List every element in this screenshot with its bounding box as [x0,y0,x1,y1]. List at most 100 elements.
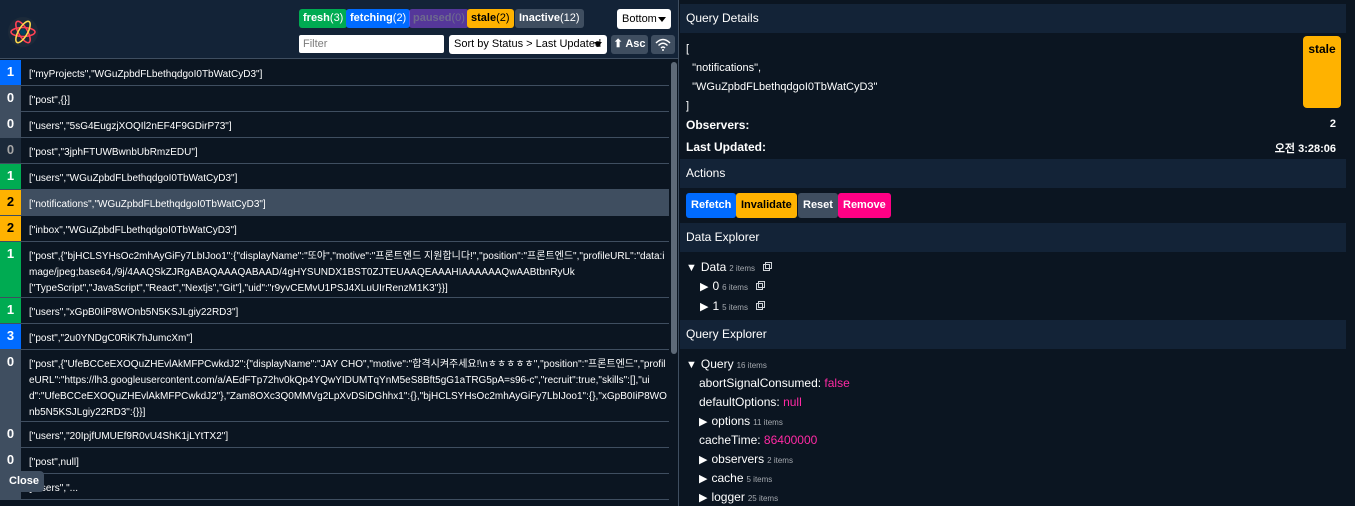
data-node-count: 5 items [722,303,748,312]
caret-right-icon: ▶ [699,416,708,428]
observer-count-badge: 0 [0,138,21,163]
query-row[interactable]: 0 ["post",{}] [0,86,669,112]
copy-icon[interactable] [763,262,773,271]
observer-count-badge: 0 [0,86,21,111]
query-row[interactable]: 0 ["post",null] [0,448,669,474]
invalidate-button[interactable]: Invalidate [736,193,797,218]
reset-button[interactable]: Reset [798,193,838,218]
network-mode-button[interactable] [651,35,675,54]
query-list: 1 ["myProjects","WGuZpbdFLbethqdgoI0TbWat… [0,60,669,506]
query-key-text: ["users","20IpjfUMUEf9R0vU4ShK1jLYtTX2"] [29,431,229,442]
position-select[interactable]: Bottom [617,9,671,29]
data-node-count: 6 items [722,283,748,292]
sort-select[interactable]: Sort by Status > Last Updated [449,35,607,54]
observer-count-badge: 1 [0,164,21,189]
logger-node-label: logger [711,490,745,504]
query-key-text: ["inbox","WGuZpbdFLbethqdgoI0TbWatCyD3"] [29,225,237,236]
query-row[interactable]: 3 ["post","2u0YNDgC0RiK7hJumcXm"] [0,324,669,350]
fetching-filter-badge[interactable]: fetching(2) [346,9,411,28]
fresh-filter-badge[interactable]: fresh(3) [299,9,348,28]
abort-signal-value: false [824,376,850,390]
query-key-text: ["users","... [29,483,78,494]
remove-button[interactable]: Remove [838,193,891,218]
cache-node[interactable]: ▶ cache 5 items [699,471,772,485]
observers-node-label: observers [711,452,765,466]
query-list-panel: fresh(3) fetching(2) paused(0) stale(2) … [0,0,679,506]
sort-select-value: Sort by Status > Last Updated [454,38,602,50]
close-button[interactable]: Close [4,471,44,492]
observer-count-badge: 0 [0,422,21,447]
sort-direction-button[interactable]: ⬆ Asc [611,35,648,54]
caret-down-icon: ▼ [686,359,697,371]
query-key-text: ["post","2u0YNDgC0RiK7hJumcXm"] [29,333,193,344]
query-details-header: Query Details [680,4,1355,33]
observer-count-badge: 2 [0,216,21,241]
cache-node-label: cache [711,471,744,485]
query-row[interactable]: 1 ["users","xGpB0IiP8WOnb5N5KSJLgiy22RD3"… [0,298,669,324]
query-key-text: ["post",{"UfeBCCeEXOQuZHEvlAkMFPCwkdJ2":… [29,359,667,418]
filter-input[interactable] [299,35,444,53]
observers-row: Observers: 2 [686,118,1336,132]
query-root-label: Query [700,357,734,371]
stale-filter-badge[interactable]: stale(2) [467,9,514,28]
observer-count-badge: 0 [0,350,21,421]
caret-down-icon: ▼ [686,262,697,274]
devtools-header: fresh(3) fetching(2) paused(0) stale(2) … [0,0,678,59]
copy-icon[interactable] [755,281,765,290]
caret-right-icon: ▶ [699,454,708,466]
cache-time-label: cacheTime: [699,433,761,447]
chevron-down-icon [658,17,666,22]
data-node-0[interactable]: ▶ 0 6 items [700,279,765,293]
query-row[interactable]: 1 ["users","WGuZpbdFLbethqdgoI0TbWatCyD3"… [0,164,669,190]
cache-time-value: 86400000 [763,433,818,447]
position-select-value: Bottom [622,13,657,25]
paused-filter-badge[interactable]: paused(0) [409,9,469,28]
query-key-text: ["post","3jphFTUWBwnbUbRmzEDU"] [29,147,198,158]
data-root-node[interactable]: ▼ Data 2 items [686,260,773,274]
query-root-node[interactable]: ▼ Query 16 items [686,357,767,371]
data-root-label: Data [700,260,727,274]
refetch-button[interactable]: Refetch [686,193,737,218]
cache-time-node: cacheTime: 86400000 [699,433,817,447]
query-details-panel: Query Details [ "notifications", "WGuZpb… [680,0,1355,506]
observers-label: Observers: [686,118,750,132]
query-row[interactable]: 0 ["post",{"UfeBCCeEXOQuZHEvlAkMFPCwkdJ2"… [0,350,669,422]
caret-right-icon: ▶ [700,301,709,313]
query-list-scroll-thumb[interactable] [671,62,677,354]
query-key-display: [ "notifications", "WGuZpbdFLbethqdgoI0T… [686,43,878,112]
inactive-filter-badge[interactable]: Inactive(12) [515,9,584,28]
query-row[interactable]: 2 ["notifications","WGuZpbdFLbethqdgoI0Tb… [0,190,669,216]
observer-count-badge: 1 [0,298,21,323]
caret-right-icon: ▶ [699,473,708,485]
options-node[interactable]: ▶ options 11 items [699,414,783,428]
react-query-logo[interactable] [7,16,39,48]
query-row[interactable]: 1 ["myProjects","WGuZpbdFLbethqdgoI0TbWat… [0,60,669,86]
query-key-text: ["users","WGuZpbdFLbethqdgoI0TbWatCyD3"] [29,173,238,184]
copy-icon[interactable] [755,301,765,310]
query-row[interactable]: 1 ["post",{"bjHCLSYHsOc2mhAyGiFy7LbIJoo1"… [0,242,669,298]
status-badge: stale [1303,36,1341,108]
options-label: options [711,414,751,428]
observer-count-badge: 3 [0,324,21,349]
query-row[interactable]: 0 ["users","20IpjfUMUEf9R0vU4ShK1jLYtTX2"… [0,422,669,448]
query-key-text: ["myProjects","WGuZpbdFLbethqdgoI0TbWatC… [29,69,263,80]
options-count: 11 items [753,418,783,427]
caret-right-icon: ▶ [700,281,709,293]
logger-node[interactable]: ▶ logger 25 items [699,490,778,504]
observers-node[interactable]: ▶ observers 2 items [699,452,793,466]
data-node-1[interactable]: ▶ 1 5 items [700,299,765,313]
query-key-text: ["users","5sG4EugzjXOQIl2nEF4F9GDirP73"] [29,121,232,132]
default-options-label: defaultOptions: [699,395,780,409]
query-key-text: ["post",{"bjHCLSYHsOc2mhAyGiFy7LbIJoo1":… [29,251,665,294]
actions-header: Actions [680,159,1355,188]
details-scrollbar[interactable] [1346,0,1355,506]
query-key-text: ["post",null] [29,457,79,468]
query-row[interactable]: 0 ["users","5sG4EugzjXOQIl2nEF4F9GDirP73"… [0,112,669,138]
query-key-text: ["notifications","WGuZpbdFLbethqdgoI0TbW… [21,190,669,215]
observers-value: 2 [1329,118,1336,130]
abort-signal-label: abortSignalConsumed: [699,376,822,390]
query-row[interactable]: 0 ["post","3jphFTUWBwnbUbRmzEDU"] [0,138,669,164]
query-row[interactable]: 0["users","... [0,474,669,500]
query-row[interactable]: 2 ["inbox","WGuZpbdFLbethqdgoI0TbWatCyD3"… [0,216,669,242]
query-key-text: ["users","xGpB0IiP8WOnb5N5KSJLgiy22RD3"] [29,307,239,318]
